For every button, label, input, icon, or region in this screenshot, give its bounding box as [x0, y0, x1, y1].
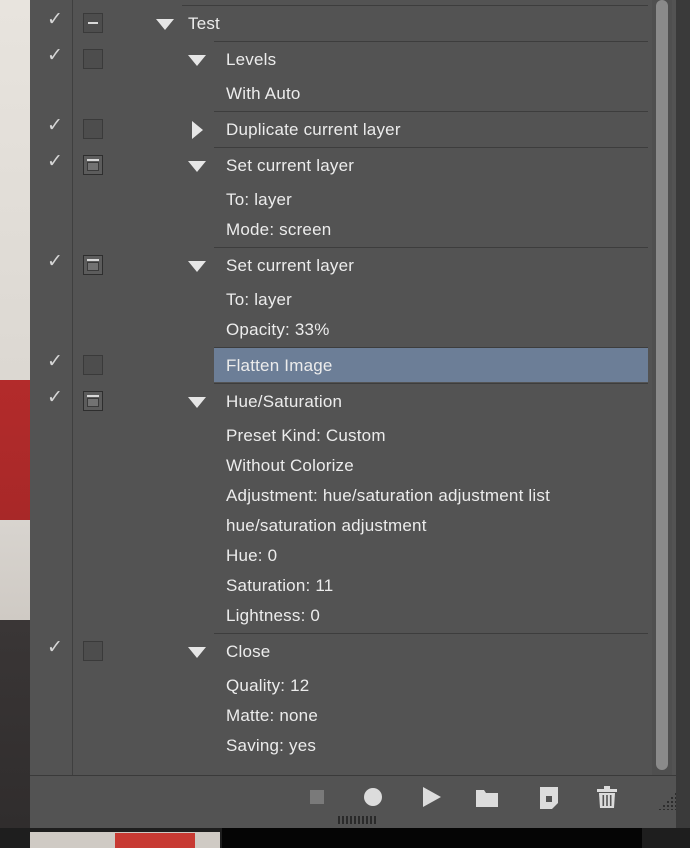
row-separator: [214, 383, 648, 384]
expand-triangle-icon[interactable]: [188, 647, 206, 658]
dialog-toggle-icon[interactable]: [83, 355, 103, 375]
background-strip: [0, 828, 690, 848]
collapsed-triangle-icon[interactable]: [192, 121, 203, 139]
expand-triangle-icon[interactable]: [156, 19, 174, 30]
record-icon[interactable]: [360, 784, 386, 810]
action-enabled-checkmark-icon[interactable]: ✓: [44, 45, 66, 67]
command-name[interactable]: Set current layer: [226, 251, 354, 281]
actions-toolbar: [30, 775, 676, 816]
scrollbar-thumb[interactable]: [656, 0, 668, 770]
actions-list: ✓ Test ✓ Levels With Auto ✓ Duplicate current …: [30, 0, 648, 775]
background-detail: [115, 833, 195, 848]
dialog-toggle-icon[interactable]: [83, 119, 103, 139]
stop-icon[interactable]: [304, 784, 330, 810]
dialog-toggle-icon[interactable]: [83, 49, 103, 69]
action-name[interactable]: Test: [188, 9, 220, 39]
delete-trash-icon[interactable]: [594, 784, 620, 810]
new-set-folder-icon[interactable]: [474, 784, 500, 810]
row-separator: [214, 41, 648, 42]
dialog-toggle-icon[interactable]: [83, 255, 103, 275]
resize-grip[interactable]: [338, 816, 378, 824]
command-parameter: Adjustment: hue/saturation adjustment li…: [226, 486, 551, 505]
action-enabled-checkmark-icon[interactable]: ✓: [44, 351, 66, 373]
action-enabled-checkmark-icon[interactable]: ✓: [44, 9, 66, 31]
command-parameter: Lightness: 0: [226, 606, 321, 625]
play-icon[interactable]: [418, 784, 444, 810]
command-parameter: Without Colorize: [226, 456, 354, 475]
action-enabled-checkmark-icon[interactable]: ✓: [44, 251, 66, 273]
command-name[interactable]: Duplicate current layer: [226, 115, 401, 145]
action-enabled-checkmark-icon[interactable]: ✓: [44, 151, 66, 173]
command-parameter: Mode: screen: [226, 220, 332, 239]
actions-panel: ✓ Test ✓ Levels With Auto ✓ Duplicate current …: [30, 0, 676, 828]
command-name[interactable]: Levels: [226, 45, 276, 75]
command-name[interactable]: Set current layer: [226, 151, 354, 181]
dialog-toggle-icon[interactable]: [83, 13, 103, 33]
expand-triangle-icon[interactable]: [188, 55, 206, 66]
row-separator: [182, 5, 648, 6]
background-detail: [222, 828, 642, 848]
row-separator: [214, 147, 648, 148]
command-parameter: Saturation: 11: [226, 576, 334, 595]
new-action-icon[interactable]: [536, 784, 562, 810]
action-enabled-checkmark-icon[interactable]: ✓: [44, 637, 66, 659]
command-parameter: Hue: 0: [226, 546, 278, 565]
row-separator: [214, 111, 648, 112]
action-enabled-checkmark-icon[interactable]: ✓: [44, 387, 66, 409]
row-separator: [214, 633, 648, 634]
expand-triangle-icon[interactable]: [188, 397, 206, 408]
background-photo: [0, 0, 30, 848]
expand-triangle-icon[interactable]: [188, 261, 206, 272]
command-parameter: Preset Kind: Custom: [226, 426, 386, 445]
command-parameter: hue/saturation adjustment: [226, 516, 427, 535]
dialog-toggle-icon[interactable]: [83, 391, 103, 411]
command-parameter: With Auto: [226, 84, 301, 103]
action-enabled-checkmark-icon[interactable]: ✓: [44, 115, 66, 137]
command-name[interactable]: Flatten Image: [226, 351, 333, 381]
command-name[interactable]: Hue/Saturation: [226, 387, 342, 417]
dialog-toggle-icon[interactable]: [83, 155, 103, 175]
dialog-toggle-icon[interactable]: [83, 641, 103, 661]
command-parameter: Saving: yes: [226, 736, 317, 755]
window-edge: [676, 0, 690, 848]
expand-triangle-icon[interactable]: [188, 161, 206, 172]
row-separator: [214, 247, 648, 248]
command-parameter: Matte: none: [226, 706, 318, 725]
command-parameter: To: layer: [226, 190, 293, 209]
row-separator: [214, 347, 648, 348]
command-parameter: Quality: 12: [226, 676, 310, 695]
command-parameter: Opacity: 33%: [226, 320, 330, 339]
command-parameter: To: layer: [226, 290, 293, 309]
command-name[interactable]: Close: [226, 637, 270, 667]
